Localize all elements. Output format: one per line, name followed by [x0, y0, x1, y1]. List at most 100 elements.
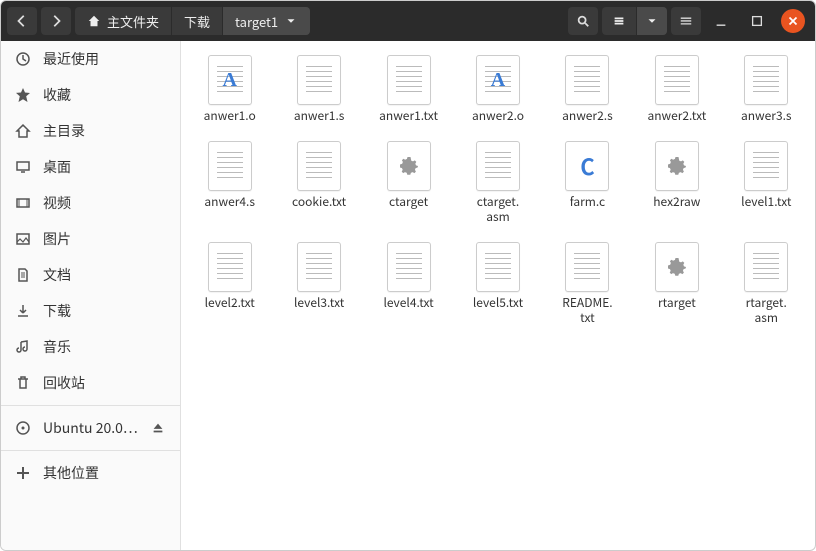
sidebar-other-locations[interactable]: 其他位置	[1, 455, 180, 491]
file-name: farm.c	[570, 195, 605, 209]
sidebar-other-label: 其他位置	[43, 463, 99, 483]
download-icon	[15, 303, 31, 319]
sidebar-item-clock[interactable]: 最近使用	[1, 41, 180, 77]
sidebar-mount-label: Ubuntu 20.0…	[43, 418, 138, 438]
file-item[interactable]: level5.txt	[453, 240, 542, 327]
file-item[interactable]: level1.txt	[722, 139, 811, 226]
sidebar-item-label: 回收站	[43, 373, 85, 393]
video-icon	[15, 195, 31, 211]
sidebar-item-home[interactable]: 主目录	[1, 113, 180, 149]
body: 最近使用收藏主目录桌面视频图片文档下载音乐回收站 Ubuntu 20.0…	[1, 41, 815, 550]
file-thumb	[476, 242, 520, 292]
file-name: README.txt	[562, 296, 612, 325]
file-name: rtarget	[658, 296, 696, 310]
file-name: anwer2.s	[562, 109, 613, 123]
sidebar-item-video[interactable]: 视频	[1, 185, 180, 221]
file-name: ctarget.asm	[477, 195, 520, 224]
file-thumb	[565, 55, 609, 105]
file-item[interactable]: cookie.txt	[274, 139, 363, 226]
file-item[interactable]: ctarget	[364, 139, 453, 226]
minimize-icon	[714, 14, 728, 28]
file-item[interactable]: Cfarm.c	[543, 139, 632, 226]
close-icon	[786, 14, 800, 28]
disc-icon	[15, 420, 31, 436]
file-name: ctarget	[389, 195, 428, 209]
sidebar-item-label: 文档	[43, 265, 71, 285]
file-thumb: A	[208, 55, 252, 105]
file-item[interactable]: README.txt	[543, 240, 632, 327]
breadcrumb-current[interactable]: target1	[223, 7, 310, 35]
breadcrumb-current-label: target1	[235, 12, 278, 31]
file-thumb	[208, 242, 252, 292]
file-thumb	[744, 141, 788, 191]
file-name: level1.txt	[741, 195, 791, 209]
file-item[interactable]: level2.txt	[185, 240, 274, 327]
file-name: level5.txt	[473, 296, 523, 310]
file-thumb	[655, 141, 699, 191]
file-item[interactable]: anwer1.s	[274, 53, 363, 125]
file-item[interactable]: anwer1.txt	[364, 53, 453, 125]
trash-icon	[15, 375, 31, 391]
sidebar-item-image[interactable]: 图片	[1, 221, 180, 257]
sidebar-item-trash[interactable]: 回收站	[1, 365, 180, 401]
minimize-button[interactable]	[709, 9, 733, 33]
file-item[interactable]: level4.txt	[364, 240, 453, 327]
breadcrumb-root-label: 主文件夹	[107, 12, 159, 31]
sidebar-item-desktop[interactable]: 桌面	[1, 149, 180, 185]
breadcrumb: 主文件夹 下载 target1	[75, 7, 310, 35]
forward-button[interactable]	[41, 7, 71, 35]
breadcrumb-root[interactable]: 主文件夹	[75, 7, 172, 35]
file-manager-window: 主文件夹 下载 target1	[0, 0, 816, 551]
file-item[interactable]: anwer2.s	[543, 53, 632, 125]
star-icon	[15, 87, 31, 103]
file-thumb	[297, 55, 341, 105]
sidebar: 最近使用收藏主目录桌面视频图片文档下载音乐回收站 Ubuntu 20.0…	[1, 41, 181, 550]
image-icon	[15, 231, 31, 247]
search-icon	[576, 14, 590, 28]
file-item[interactable]: anwer2.txt	[632, 53, 721, 125]
close-button[interactable]	[781, 9, 805, 33]
content-area[interactable]: Aanwer1.oanwer1.sanwer1.txtAanwer2.oanwe…	[181, 41, 815, 550]
home-icon	[87, 14, 101, 28]
file-item[interactable]: hex2raw	[632, 139, 721, 226]
sidebar-item-music[interactable]: 音乐	[1, 329, 180, 365]
file-thumb	[208, 141, 252, 191]
file-item[interactable]: Aanwer1.o	[185, 53, 274, 125]
breadcrumb-middle[interactable]: 下载	[172, 7, 223, 35]
hamburger-button[interactable]	[671, 7, 701, 35]
back-button[interactable]	[7, 7, 37, 35]
file-item[interactable]: ctarget.asm	[453, 139, 542, 226]
sidebar-item-label: 视频	[43, 193, 71, 213]
file-item[interactable]: Aanwer2.o	[453, 53, 542, 125]
sidebar-mount[interactable]: Ubuntu 20.0…	[1, 410, 180, 446]
file-thumb	[387, 55, 431, 105]
list-icon	[612, 14, 626, 28]
file-thumb	[744, 55, 788, 105]
file-name: anwer2.o	[472, 109, 524, 123]
file-item[interactable]: anwer3.s	[722, 53, 811, 125]
sidebar-item-download[interactable]: 下载	[1, 293, 180, 329]
sidebar-separator	[1, 450, 180, 451]
sidebar-item-document[interactable]: 文档	[1, 257, 180, 293]
file-name: level3.txt	[294, 296, 344, 310]
file-name: anwer3.s	[741, 109, 792, 123]
sidebar-item-label: 图片	[43, 229, 71, 249]
file-item[interactable]: anwer4.s	[185, 139, 274, 226]
file-item[interactable]: rtarget	[632, 240, 721, 327]
desktop-icon	[15, 159, 31, 175]
sidebar-item-star[interactable]: 收藏	[1, 77, 180, 113]
maximize-button[interactable]	[745, 9, 769, 33]
file-item[interactable]: level3.txt	[274, 240, 363, 327]
file-item[interactable]: rtarget.asm	[722, 240, 811, 327]
sidebar-item-label: 主目录	[43, 121, 85, 141]
file-name: anwer1.o	[204, 109, 256, 123]
view-dropdown-button[interactable]	[637, 7, 667, 35]
file-name: anwer1.s	[294, 109, 345, 123]
view-mode-button[interactable]	[602, 7, 637, 35]
chevron-right-icon	[49, 14, 63, 28]
file-thumb: A	[476, 55, 520, 105]
search-button[interactable]	[568, 7, 598, 35]
home-icon	[15, 123, 31, 139]
eject-icon[interactable]	[150, 421, 166, 435]
file-grid: Aanwer1.oanwer1.sanwer1.txtAanwer2.oanwe…	[185, 53, 811, 327]
